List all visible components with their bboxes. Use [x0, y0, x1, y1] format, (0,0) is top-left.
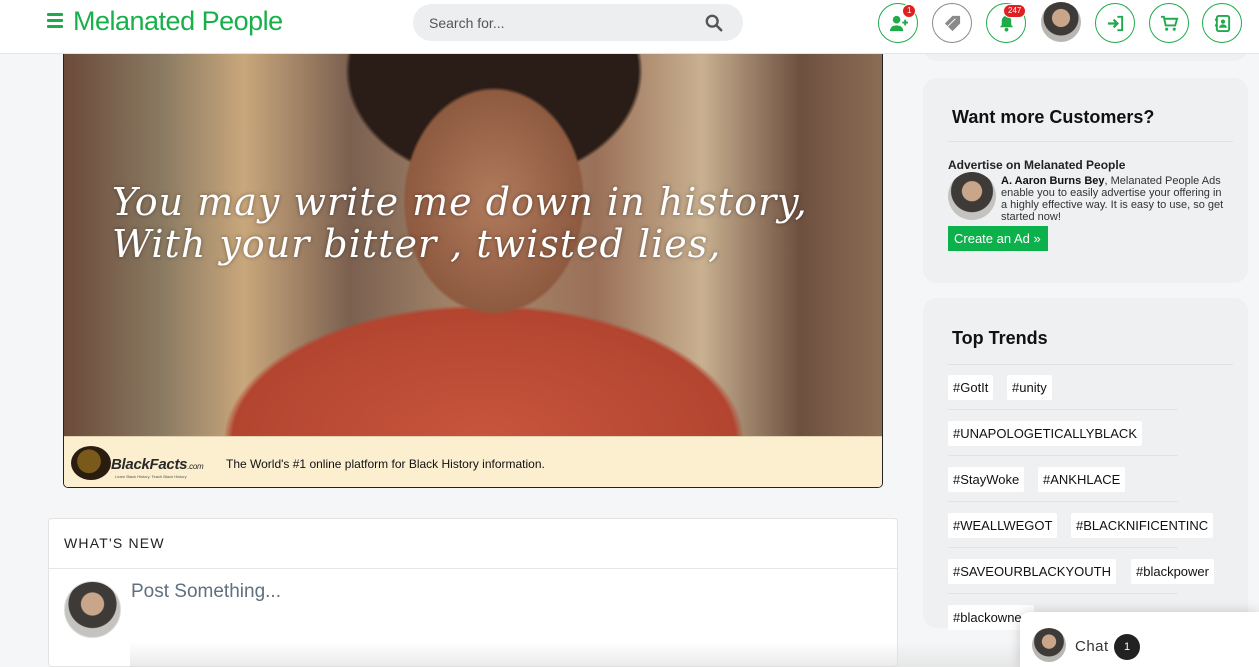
tag-icon [944, 15, 960, 31]
advertise-author[interactable]: A. Aaron Burns Bey [1001, 175, 1105, 187]
advertise-heading: Want more Customers? [952, 107, 1155, 127]
trend-tag[interactable]: #UNAPOLOGETICALLYBLACK [948, 421, 1142, 446]
trend-tag[interactable]: #SAVEOURBLACKYOUTH [948, 559, 1116, 584]
trend-tag[interactable]: #GotIt [948, 375, 994, 400]
video-quote: You may write me down in history, With y… [112, 181, 872, 265]
search-icon[interactable] [705, 14, 723, 32]
trend-tag[interactable]: #ANKHLACE [1038, 467, 1126, 492]
notifications-badge: 247 [1003, 4, 1027, 18]
divider [49, 568, 897, 569]
divider [948, 455, 1178, 456]
notifications-button[interactable]: 247 [986, 3, 1027, 43]
top-trends-card: Top Trends #GotIt #unity #UNAPOLOGETICAL… [923, 298, 1248, 630]
divider [948, 409, 1178, 410]
site-logo[interactable]: Melanated People [73, 6, 283, 37]
divider [948, 141, 1233, 142]
blackfacts-logo-mark [71, 446, 111, 480]
friend-requests-button[interactable]: 1 [878, 3, 918, 43]
cart-button[interactable] [1149, 3, 1189, 43]
create-ad-button[interactable]: Create an Ad » [948, 226, 1048, 251]
contact-icon [1214, 14, 1230, 32]
video-caption-bar: BlackFacts.com Learn Black History. Teac… [64, 436, 882, 487]
trend-tag[interactable]: #blackpower [1131, 559, 1214, 584]
quote-line-2: With your bitter , twisted lies, [112, 222, 722, 266]
divider [948, 593, 1178, 594]
trend-tag[interactable]: #StayWoke [948, 467, 1025, 492]
avatar[interactable] [948, 172, 996, 220]
menu-icon[interactable] [47, 13, 63, 29]
video-caption-text: The World's #1 online platform for Black… [226, 457, 545, 471]
chat-unread-badge: 1 [1114, 634, 1140, 660]
advertise-card: Want more Customers? Advertise on Melana… [923, 78, 1248, 283]
advertise-description: A. Aaron Burns Bey, Melanated People Ads… [1001, 175, 1226, 223]
blackfacts-logo[interactable]: BlackFacts.com Learn Black History. Teac… [71, 444, 211, 482]
avatar [1032, 628, 1066, 662]
blackfacts-logo-tagline: Learn Black History. Teach Black History [115, 474, 187, 479]
blackfacts-logo-text: BlackFacts.com [111, 456, 204, 473]
avatar[interactable] [64, 581, 121, 638]
friend-requests-badge: 1 [902, 4, 917, 18]
trend-tag[interactable]: #WEALLWEGOT [948, 513, 1058, 538]
chat-widget[interactable]: Chat 1 [1020, 612, 1259, 667]
contacts-button[interactable] [1202, 3, 1242, 43]
cart-icon [1160, 15, 1178, 31]
video-embed[interactable]: You may write me down in history, With y… [63, 40, 883, 488]
profile-avatar[interactable] [1041, 2, 1081, 42]
tags-button[interactable] [932, 3, 972, 43]
search-input[interactable] [429, 13, 689, 33]
divider [948, 501, 1178, 502]
search-bar [413, 4, 743, 41]
divider [948, 547, 1178, 548]
advertise-subtitle: Advertise on Melanated People [948, 158, 1126, 172]
bottom-fade [130, 642, 1030, 667]
post-input[interactable] [131, 577, 831, 607]
quote-line-1: You may write me down in history, [112, 180, 808, 224]
sign-in-button[interactable] [1095, 3, 1135, 43]
trend-tag[interactable]: #unity [1007, 375, 1052, 400]
trend-tag[interactable]: #BLACKNIFICENTINC [1071, 513, 1214, 538]
whats-new-title: WHAT'S NEW [64, 535, 165, 551]
top-header: Melanated People 1 247 [0, 0, 1259, 54]
top-trends-heading: Top Trends [952, 328, 1048, 348]
sign-in-icon [1107, 15, 1123, 31]
divider [948, 364, 1233, 365]
chat-label: Chat [1075, 638, 1109, 655]
